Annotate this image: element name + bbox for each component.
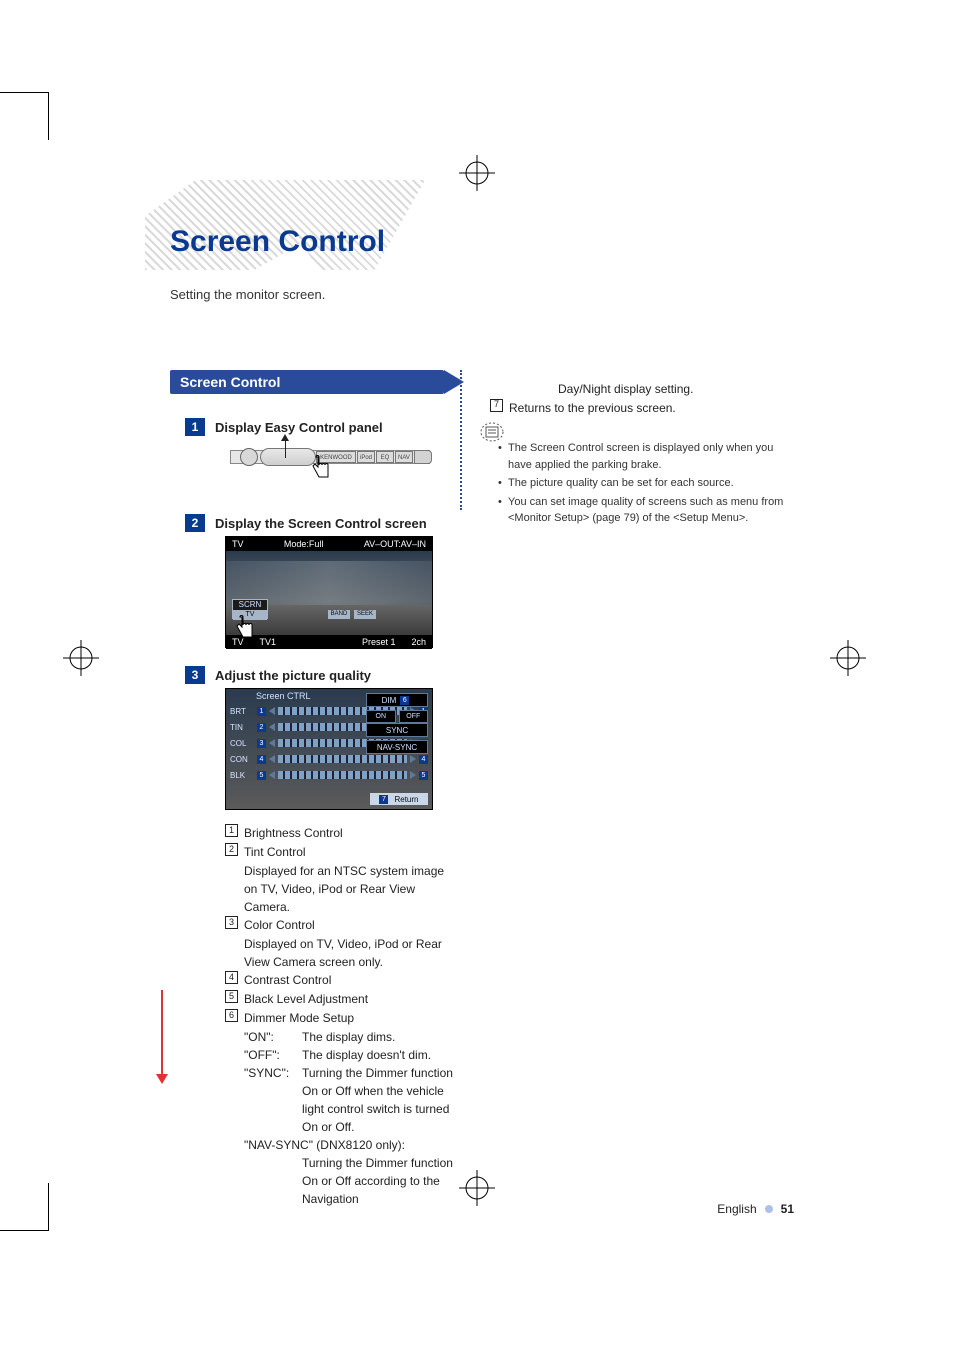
step-number: 3 bbox=[185, 666, 205, 684]
screenshot-screen-control: TV Mode:Full AV–OUT:AV–IN SCRN TV BAND S… bbox=[225, 536, 433, 648]
dim-on: ON bbox=[366, 710, 396, 723]
bottom-tv1: TV1 bbox=[260, 637, 277, 647]
crop-mark bbox=[48, 1183, 49, 1231]
page-footer: English51 bbox=[717, 1202, 794, 1216]
registration-mark-right bbox=[830, 640, 866, 676]
ipod-button: iPod bbox=[357, 451, 375, 463]
step-2: 2 Display the Screen Control screen bbox=[185, 514, 427, 532]
callout-line bbox=[285, 440, 286, 458]
step-label: Display the Screen Control screen bbox=[215, 516, 427, 531]
note-icon bbox=[480, 422, 504, 442]
step-3: 3 Adjust the picture quality bbox=[185, 666, 371, 684]
seek-button: SEEK bbox=[354, 610, 376, 619]
dim-label: DIM6 bbox=[366, 693, 428, 707]
status-avout: AV–OUT:AV–IN bbox=[364, 539, 426, 549]
status-mode: Mode:Full bbox=[284, 539, 324, 549]
column-divider bbox=[460, 370, 462, 510]
page-title: Screen Control bbox=[170, 225, 385, 259]
dim-off: OFF bbox=[399, 710, 429, 723]
crop-mark bbox=[0, 1230, 48, 1231]
legend-list: 1Brightness Control 2Tint Control Displa… bbox=[225, 824, 455, 1208]
step-label: Adjust the picture quality bbox=[215, 668, 371, 683]
nav-button: NAV bbox=[395, 451, 413, 463]
registration-mark-left bbox=[63, 640, 99, 676]
eq-button: EQ bbox=[376, 451, 394, 463]
bottom-preset: Preset 1 bbox=[362, 637, 396, 647]
crop-mark bbox=[0, 92, 48, 93]
registration-mark-bottom bbox=[459, 1170, 495, 1206]
hand-pointer-icon bbox=[310, 455, 332, 481]
band-button: BAND bbox=[328, 610, 350, 619]
dim-sync: SYNC bbox=[366, 723, 428, 737]
crop-mark bbox=[48, 92, 49, 140]
notes-list: The Screen Control screen is displayed o… bbox=[498, 440, 790, 529]
step-number: 2 bbox=[185, 514, 205, 532]
screenshot-picture-quality: Screen CTRL BRT11 TIN22 COL33 CON44 BLK5… bbox=[225, 688, 433, 810]
right-column: Day/Night display setting. 7Returns to t… bbox=[490, 380, 780, 417]
dim-navsync: NAV-SYNC bbox=[366, 740, 428, 754]
callout-arrow bbox=[281, 434, 289, 441]
registration-mark-top bbox=[459, 155, 495, 191]
flow-arrow-head bbox=[156, 1074, 168, 1084]
flow-arrow bbox=[161, 990, 163, 1074]
page-subtitle: Setting the monitor screen. bbox=[170, 287, 325, 302]
bottom-ch: 2ch bbox=[411, 637, 426, 647]
return-button: 7Return bbox=[370, 793, 428, 805]
step-number: 1 bbox=[185, 418, 205, 436]
hand-pointer-icon bbox=[234, 615, 256, 641]
section-tab: Screen Control bbox=[170, 370, 444, 394]
step-label: Display Easy Control panel bbox=[215, 420, 383, 435]
status-tv: TV bbox=[232, 539, 244, 549]
